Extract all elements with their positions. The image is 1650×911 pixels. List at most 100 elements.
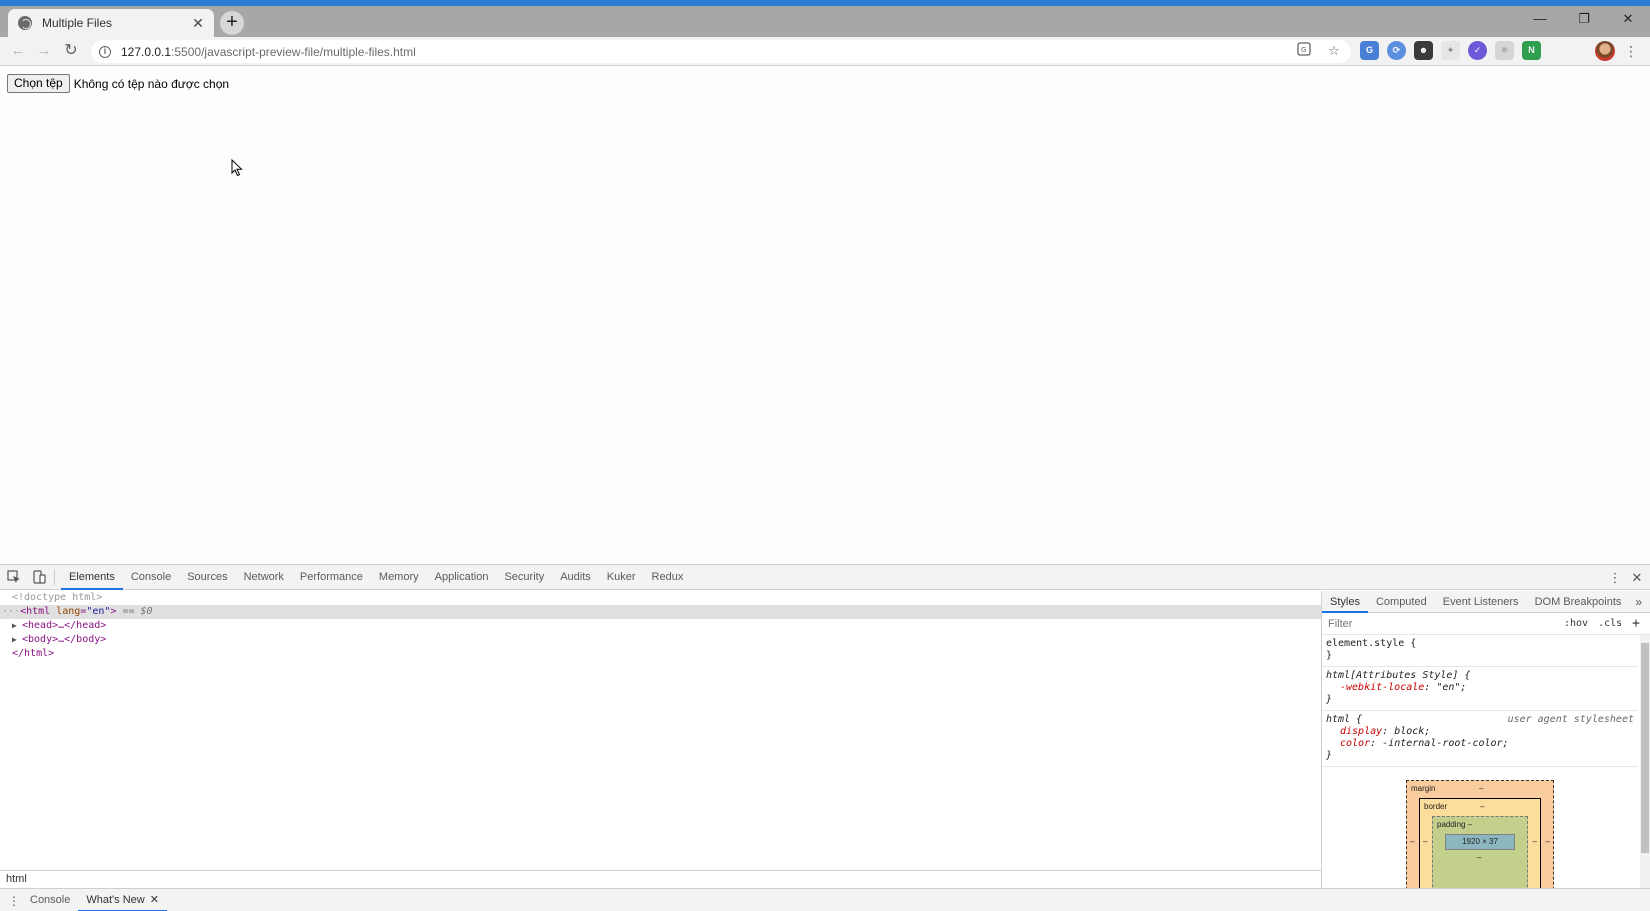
margin-top-value: – <box>1479 784 1484 793</box>
close-tab-icon[interactable]: ✕ <box>188 15 208 32</box>
incognito-extension-icon[interactable]: ☻ <box>1414 41 1433 60</box>
more-tabs-icon[interactable]: » <box>1635 595 1642 609</box>
dom-html-node[interactable]: ···<html lang="en"> == $0 <box>0 605 1321 619</box>
puzzle-extension-icon[interactable]: ✦ <box>1441 41 1460 60</box>
profile-avatar[interactable] <box>1595 41 1615 61</box>
tab-network[interactable]: Network <box>236 565 292 590</box>
box-model-border[interactable]: border – – – padding – 1920 × 37 – <box>1419 798 1541 888</box>
styles-sidebar: Styles Computed Event Listeners DOM Brea… <box>1321 591 1650 888</box>
new-tab-button[interactable]: + <box>220 11 244 35</box>
dom-tree: <!doctype html> ···<html lang="en"> == $… <box>0 591 1321 870</box>
new-extension-icon[interactable]: N <box>1522 41 1541 60</box>
forward-icon[interactable]: → <box>33 40 55 62</box>
choose-file-button[interactable]: Chọn tệp <box>7 74 70 93</box>
tab-title: Multiple Files <box>42 16 113 30</box>
browser-menu-icon[interactable]: ⋮ <box>1624 40 1638 62</box>
back-icon[interactable]: ← <box>7 40 29 62</box>
drawer-tab-whats-new[interactable]: What's New ✕ <box>78 889 167 911</box>
padding-bottom-value: – <box>1477 853 1482 862</box>
tab-strip: Multiple Files ✕ + — ❐ ✕ <box>0 6 1650 37</box>
dom-doctype[interactable]: <!doctype html> <box>0 591 1321 605</box>
expand-triangle-icon[interactable]: ▶ <box>12 633 22 647</box>
rule-selector-row: html { user agent stylesheet <box>1326 714 1634 726</box>
border-right-value: – <box>1532 837 1537 846</box>
drawer-menu-icon[interactable]: ⋮ <box>6 894 22 908</box>
file-input: Chọn tệp Không có tệp nào được chọn <box>7 74 229 93</box>
tab-memory[interactable]: Memory <box>371 565 427 590</box>
react-extension-icon[interactable]: ⚛ <box>1495 41 1514 60</box>
window-controls: — ❐ ✕ <box>1518 6 1650 37</box>
reload-icon[interactable]: ↻ <box>60 40 82 62</box>
border-left-value: – <box>1423 837 1428 846</box>
close-devtools-icon[interactable]: ✕ <box>1630 570 1644 586</box>
tab-kuker[interactable]: Kuker <box>599 565 644 590</box>
tab-console[interactable]: Console <box>123 565 179 590</box>
expand-triangle-icon[interactable]: ▶ <box>12 619 22 633</box>
styles-scrollbar[interactable] <box>1640 635 1650 888</box>
box-model-diagram: margin – – – border – – – padding – 1920… <box>1406 780 1554 888</box>
box-model-padding[interactable]: padding – 1920 × 37 – <box>1432 816 1528 888</box>
inspect-element-icon[interactable] <box>3 566 25 588</box>
tab-dom-breakpoints[interactable]: DOM Breakpoints <box>1527 591 1630 613</box>
rule-element-style[interactable]: element.style { } <box>1322 635 1638 667</box>
dom-head-node[interactable]: ▶ <head>…</head> <box>0 619 1321 633</box>
minimize-button[interactable]: — <box>1518 6 1562 32</box>
tab-styles[interactable]: Styles <box>1322 591 1368 613</box>
tab-sources[interactable]: Sources <box>179 565 235 590</box>
rule-property: -webkit-locale: "en"; <box>1340 682 1467 693</box>
file-status-text: Không có tệp nào được chọn <box>73 76 230 91</box>
devtools-panel: Elements Console Sources Network Perform… <box>0 564 1650 911</box>
padding-label: padding – <box>1437 820 1473 829</box>
margin-right-value: – <box>1545 837 1550 846</box>
drawer-tab-console[interactable]: Console <box>22 889 78 911</box>
devtools-actions: ⋮ ✕ <box>1608 565 1644 590</box>
breadcrumb[interactable]: html <box>0 870 1321 888</box>
sync-extension-icon[interactable]: ⟳ <box>1387 41 1406 60</box>
browser-tab[interactable]: Multiple Files ✕ <box>8 9 214 37</box>
browser-window: Multiple Files ✕ + — ❐ ✕ ← → ↻ i 127.0.0… <box>0 0 1650 911</box>
translate-icon[interactable]: G <box>1295 42 1313 60</box>
tab-elements[interactable]: Elements <box>61 565 123 590</box>
translate-extension-icon[interactable]: G <box>1360 41 1379 60</box>
tab-redux[interactable]: Redux <box>644 565 692 590</box>
device-toolbar-icon[interactable] <box>28 566 50 588</box>
tab-application[interactable]: Application <box>427 565 497 590</box>
styles-filter-input[interactable] <box>1328 617 1564 630</box>
class-toggle-button[interactable]: .cls <box>1598 618 1622 629</box>
hover-state-button[interactable]: :hov <box>1564 618 1588 629</box>
bookmark-star-icon[interactable]: ☆ <box>1325 42 1343 60</box>
scrollbar-thumb[interactable] <box>1641 643 1649 853</box>
rule-selector: html { <box>1326 714 1363 725</box>
info-icon[interactable]: i <box>99 45 111 58</box>
rule-attributes-style[interactable]: html[Attributes Style] { -webkit-locale:… <box>1322 667 1638 711</box>
dom-body-node[interactable]: ▶ <body>…</body> <box>0 633 1321 647</box>
sidebar-tabs: Styles Computed Event Listeners DOM Brea… <box>1322 591 1650 613</box>
rule-selector: element.style { <box>1326 638 1417 649</box>
mouse-cursor-icon <box>231 159 243 177</box>
close-drawer-tab-icon[interactable]: ✕ <box>150 894 159 906</box>
restore-button[interactable]: ❐ <box>1562 6 1606 32</box>
tab-event-listeners[interactable]: Event Listeners <box>1435 591 1527 613</box>
border-top-value: – <box>1480 802 1485 811</box>
box-model-content[interactable]: 1920 × 37 <box>1445 834 1515 850</box>
rule-user-agent[interactable]: html {user agent stylesheet display: blo… <box>1322 711 1638 767</box>
user-agent-label: user agent stylesheet <box>1507 714 1634 725</box>
dom-html-close[interactable]: </html> <box>0 647 1321 661</box>
check-extension-icon[interactable]: ✓ <box>1468 41 1487 60</box>
devtools-menu-icon[interactable]: ⋮ <box>1608 570 1622 586</box>
tab-computed[interactable]: Computed <box>1368 591 1435 613</box>
border-label: border <box>1424 802 1448 811</box>
box-model-margin[interactable]: margin – – – border – – – padding – 1920… <box>1406 780 1554 888</box>
browser-toolbar: ← → ↻ i 127.0.0.1:5500/javascript-previe… <box>0 37 1650 66</box>
svg-text:G: G <box>1301 46 1306 54</box>
dom-selected-marker: == $0 <box>116 606 153 617</box>
url-path: :5500/javascript-preview-file/multiple-f… <box>171 44 416 59</box>
address-bar[interactable]: i 127.0.0.1:5500/javascript-preview-file… <box>91 40 1351 63</box>
tab-audits[interactable]: Audits <box>552 565 599 590</box>
tab-performance[interactable]: Performance <box>292 565 371 590</box>
drawer-tab-label: What's New <box>86 894 145 906</box>
close-window-button[interactable]: ✕ <box>1606 6 1650 32</box>
new-rule-button[interactable]: + <box>1632 616 1640 631</box>
devtools-drawer: ⋮ Console What's New ✕ <box>0 888 1650 911</box>
tab-security[interactable]: Security <box>496 565 552 590</box>
